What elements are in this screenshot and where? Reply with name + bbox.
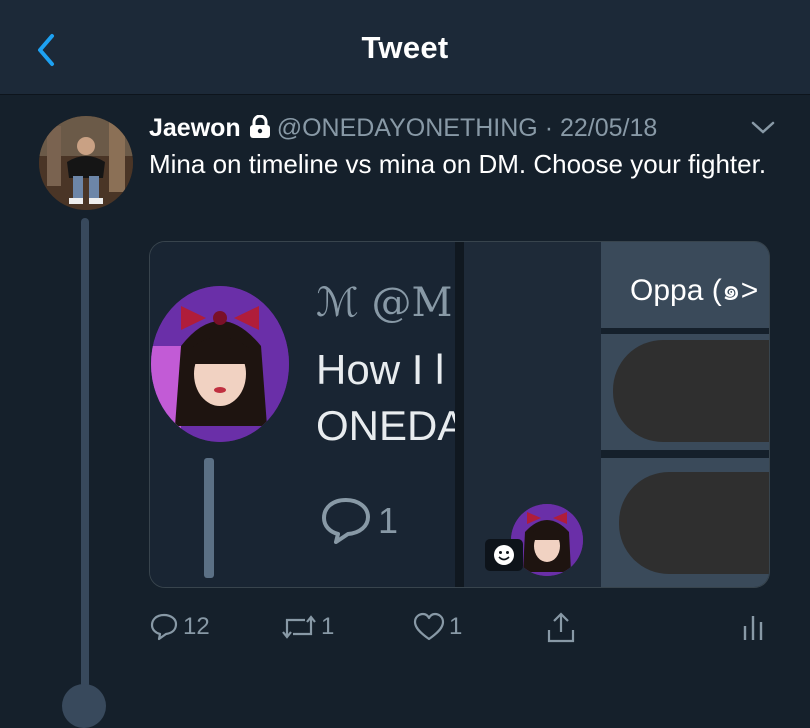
mini-thread-line — [204, 458, 214, 578]
dm-header: Oppa (๑> — [601, 242, 769, 328]
tweet-media[interactable]: ℳ @M How I l ONEDA 1 Oppa (๑> — [149, 241, 770, 588]
chevron-down-icon[interactable] — [750, 118, 776, 138]
avatar[interactable] — [39, 116, 133, 210]
embedded-text-line2: ONEDA — [316, 402, 456, 449]
bubble-gap — [601, 328, 769, 334]
retweet-count: 1 — [321, 613, 335, 640]
media-divider — [455, 242, 464, 587]
embedded-reply-count: 1 — [378, 500, 399, 541]
share-icon — [547, 612, 575, 643]
reply-icon — [150, 613, 178, 641]
smiley-icon — [485, 539, 523, 571]
reply-icon — [322, 498, 370, 544]
embedded-text: How I l ONEDA — [316, 342, 456, 454]
like-button[interactable]: 1 — [413, 612, 462, 642]
like-count: 1 — [449, 613, 463, 640]
top-bar: Tweet — [0, 0, 810, 95]
tweet-actions: 12 1 1 — [149, 612, 779, 652]
retweet-button[interactable]: 1 — [281, 612, 334, 642]
tweet-header: Jaewon @ONEDAYONETHING · 22/05/18 — [149, 110, 657, 146]
page-title: Tweet — [361, 30, 449, 65]
lock-icon — [249, 115, 270, 138]
author-name[interactable]: Jaewon — [149, 114, 241, 142]
bubble-gap — [601, 450, 769, 458]
reply-button[interactable]: 12 — [149, 612, 210, 642]
embedded-text-line1: How I l — [316, 346, 445, 393]
dm-bubble — [619, 472, 769, 574]
stats-icon — [743, 616, 763, 640]
retweet-icon — [282, 615, 316, 639]
separator: · — [544, 114, 554, 142]
heart-icon — [413, 612, 445, 641]
embedded-name: ℳ @M — [316, 280, 453, 326]
timeline-screenshot: ℳ @M How I l ONEDA 1 — [150, 242, 456, 587]
tweet-text: Mina on timeline vs mina on DM. Choose y… — [149, 149, 767, 179]
dm-bubble — [613, 340, 769, 442]
mina-avatar — [151, 286, 289, 442]
thread-line — [81, 218, 89, 688]
tweet-date[interactable]: 22/05/18 — [560, 114, 657, 142]
stats-button[interactable] — [741, 612, 765, 642]
share-button[interactable] — [545, 612, 577, 644]
reply-count: 12 — [183, 613, 210, 640]
author-handle[interactable]: @ONEDAYONETHING — [277, 114, 538, 142]
